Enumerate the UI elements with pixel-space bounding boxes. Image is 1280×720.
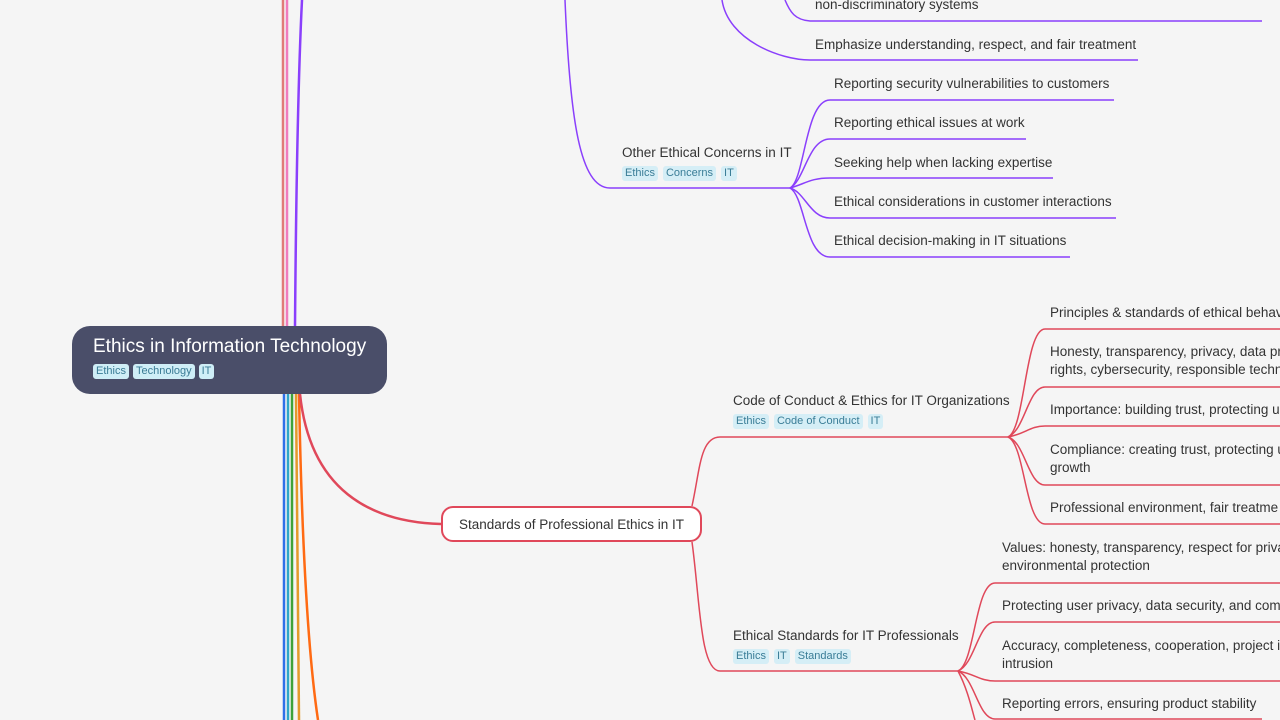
- topic-standards-of-professional-ethics[interactable]: Standards of Professional Ethics in IT: [441, 506, 702, 542]
- leaf-node[interactable]: Ethical considerations in customer inter…: [834, 193, 1112, 211]
- subtopic-other-ethical-concerns[interactable]: Other Ethical Concerns in IT Ethics Conc…: [622, 144, 792, 181]
- leaf-node-line2[interactable]: environmental protection: [1002, 557, 1150, 575]
- leaf-node[interactable]: Seeking help when lacking expertise: [834, 154, 1052, 172]
- leaf-node[interactable]: non-discriminatory systems: [815, 0, 979, 14]
- leaf-node[interactable]: Compliance: creating trust, protecting u: [1050, 441, 1280, 459]
- leaf-node[interactable]: Importance: building trust, protecting u: [1050, 401, 1280, 419]
- leaf-node-line2[interactable]: rights, cybersecurity, responsible techn: [1050, 361, 1280, 379]
- branch-line-purple: [293, 0, 304, 327]
- subtopic-tags: Ethics Code of Conduct IT: [733, 414, 1010, 429]
- leaf-node[interactable]: Protecting user privacy, data security, …: [1002, 597, 1280, 615]
- subtopic-title: Ethical Standards for IT Professionals: [733, 628, 959, 643]
- subtopic-tags: Ethics Concerns IT: [622, 166, 792, 181]
- tag: Ethics: [733, 414, 769, 429]
- tag: Technology: [132, 364, 195, 379]
- root-tags: Ethics Technology IT: [93, 364, 366, 379]
- leaf-node[interactable]: Ethical decision-making in IT situations: [834, 232, 1066, 250]
- subtopic-tags: Ethics IT Standards: [733, 649, 959, 664]
- tag: Ethics: [93, 364, 129, 379]
- subtopic-title: Code of Conduct & Ethics for IT Organiza…: [733, 393, 1010, 408]
- leaf-node[interactable]: Professional environment, fair treatme: [1050, 499, 1278, 517]
- leaf-node[interactable]: Accuracy, completeness, cooperation, pro…: [1002, 637, 1280, 655]
- tag: Code of Conduct: [773, 414, 863, 429]
- root-topic[interactable]: Ethics in Information Technology Ethics …: [72, 326, 387, 394]
- leaf-node[interactable]: Honesty, transparency, privacy, data pr: [1050, 343, 1280, 361]
- leaf-node[interactable]: Emphasize understanding, respect, and fa…: [815, 36, 1136, 54]
- tag: Standards: [794, 649, 851, 664]
- tag: Ethics: [733, 649, 769, 664]
- leaf-node[interactable]: Reporting ethical issues at work: [834, 114, 1025, 132]
- tag: IT: [773, 649, 790, 664]
- subtopic-code-of-conduct[interactable]: Code of Conduct & Ethics for IT Organiza…: [733, 392, 1010, 429]
- leaf-node-line2[interactable]: growth: [1050, 459, 1091, 477]
- branch-line-orange: [297, 393, 320, 720]
- leaf-node-line2[interactable]: intrusion: [1002, 655, 1053, 673]
- subtopic-title: Other Ethical Concerns in IT: [622, 145, 792, 160]
- tag: IT: [867, 414, 884, 429]
- root-title: Ethics in Information Technology: [93, 336, 367, 357]
- leaf-node[interactable]: Reporting errors, ensuring product stabi…: [1002, 695, 1256, 713]
- leaf-node[interactable]: Principles & standards of ethical behav: [1050, 304, 1280, 322]
- leaf-node[interactable]: Values: honesty, transparency, respect f…: [1002, 539, 1280, 557]
- subtopic-ethical-standards[interactable]: Ethical Standards for IT Professionals E…: [733, 627, 959, 664]
- tag: Concerns: [662, 166, 717, 181]
- branch-line-amber: [294, 393, 301, 720]
- tag: IT: [198, 364, 215, 379]
- leaf-node[interactable]: Reporting security vulnerabilities to cu…: [834, 75, 1109, 93]
- tag: IT: [721, 166, 737, 181]
- tag: Ethics: [622, 166, 658, 181]
- topic-title: Standards of Professional Ethics in IT: [458, 516, 685, 532]
- branch-line-red: [298, 393, 442, 526]
